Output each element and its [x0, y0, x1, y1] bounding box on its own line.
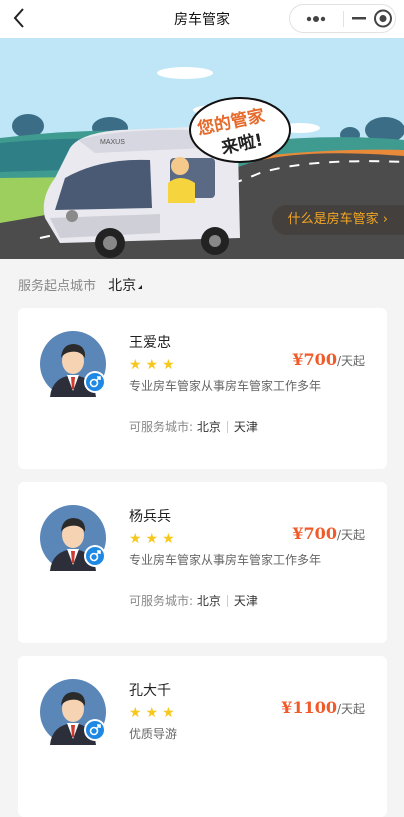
steward-price: ¥700/天起 [292, 524, 365, 543]
price-unit: /天起 [336, 528, 365, 542]
what-is-steward-label: 什么是房车管家 [287, 212, 379, 227]
start-city-value: 北京 [108, 278, 137, 294]
mini-program-capsule [289, 4, 396, 33]
price-unit: /天起 [336, 702, 365, 716]
male-icon [86, 547, 104, 565]
price-symbol: ¥ [281, 698, 293, 717]
star-rating: ★★★ [129, 357, 179, 373]
start-city-label: 服务起点城市 [18, 279, 97, 294]
price-unit: /天起 [336, 354, 365, 368]
steward-name: 孔大千 [129, 683, 171, 699]
service-cities: 可服务城市: 北京 天津 [129, 418, 258, 435]
service-city: 天津 [233, 420, 258, 434]
nav-bar: 房车管家 [0, 0, 404, 38]
male-icon [86, 721, 104, 739]
steward-name: 杨兵兵 [129, 509, 171, 525]
service-cities-label: 可服务城市: [129, 594, 194, 608]
more-button[interactable] [298, 5, 334, 32]
close-button[interactable] [371, 5, 395, 32]
gender-badge [84, 545, 106, 567]
gender-badge [84, 371, 106, 393]
price-value: 700 [303, 524, 337, 543]
service-city: 北京 [196, 420, 221, 434]
dropdown-triangle-icon [138, 285, 143, 289]
start-city-selector[interactable]: 北京 [108, 278, 143, 294]
service-cities-label: 可服务城市: [129, 420, 194, 434]
steward-description: 专业房车管家从事房车管家工作多年 [129, 379, 322, 393]
chevron-right-icon: › [382, 212, 388, 227]
steward-card[interactable]: 王爱忠 ★★★ ¥700/天起 专业房车管家从事房车管家工作多年 可服务城市: … [18, 308, 387, 469]
service-city: 天津 [233, 594, 258, 608]
service-cities: 可服务城市: 北京 天津 [129, 592, 258, 609]
rv-brand-text: MAXUS [100, 139, 125, 146]
steward-card[interactable]: 孔大千 ★★★ ¥1100/天起 优质导游 [18, 656, 387, 817]
steward-card[interactable]: 杨兵兵 ★★★ ¥700/天起 专业房车管家从事房车管家工作多年 可服务城市: … [18, 482, 387, 643]
steward-price: ¥1100/天起 [281, 698, 365, 717]
price-symbol: ¥ [292, 350, 304, 369]
steward-name: 王爱忠 [129, 335, 171, 351]
service-city: 北京 [196, 594, 221, 608]
price-value: 1100 [292, 698, 337, 717]
minus-icon [352, 17, 366, 20]
target-icon [374, 9, 392, 28]
gender-badge [84, 719, 106, 741]
capsule-divider [343, 11, 344, 27]
price-value: 700 [303, 350, 337, 369]
steward-price: ¥700/天起 [292, 350, 365, 369]
male-icon [86, 373, 104, 391]
ellipsis-icon [306, 16, 326, 22]
city-divider [226, 421, 228, 433]
steward-description: 优质导游 [129, 727, 178, 741]
price-symbol: ¥ [292, 524, 304, 543]
city-divider [226, 595, 228, 607]
start-city-row: 服务起点城市 北京 [18, 275, 143, 295]
minimize-button[interactable] [347, 5, 371, 32]
star-rating: ★★★ [129, 705, 179, 721]
what-is-steward-button[interactable]: 什么是房车管家 › [271, 205, 404, 235]
star-rating: ★★★ [129, 531, 179, 547]
steward-description: 专业房车管家从事房车管家工作多年 [129, 553, 322, 567]
